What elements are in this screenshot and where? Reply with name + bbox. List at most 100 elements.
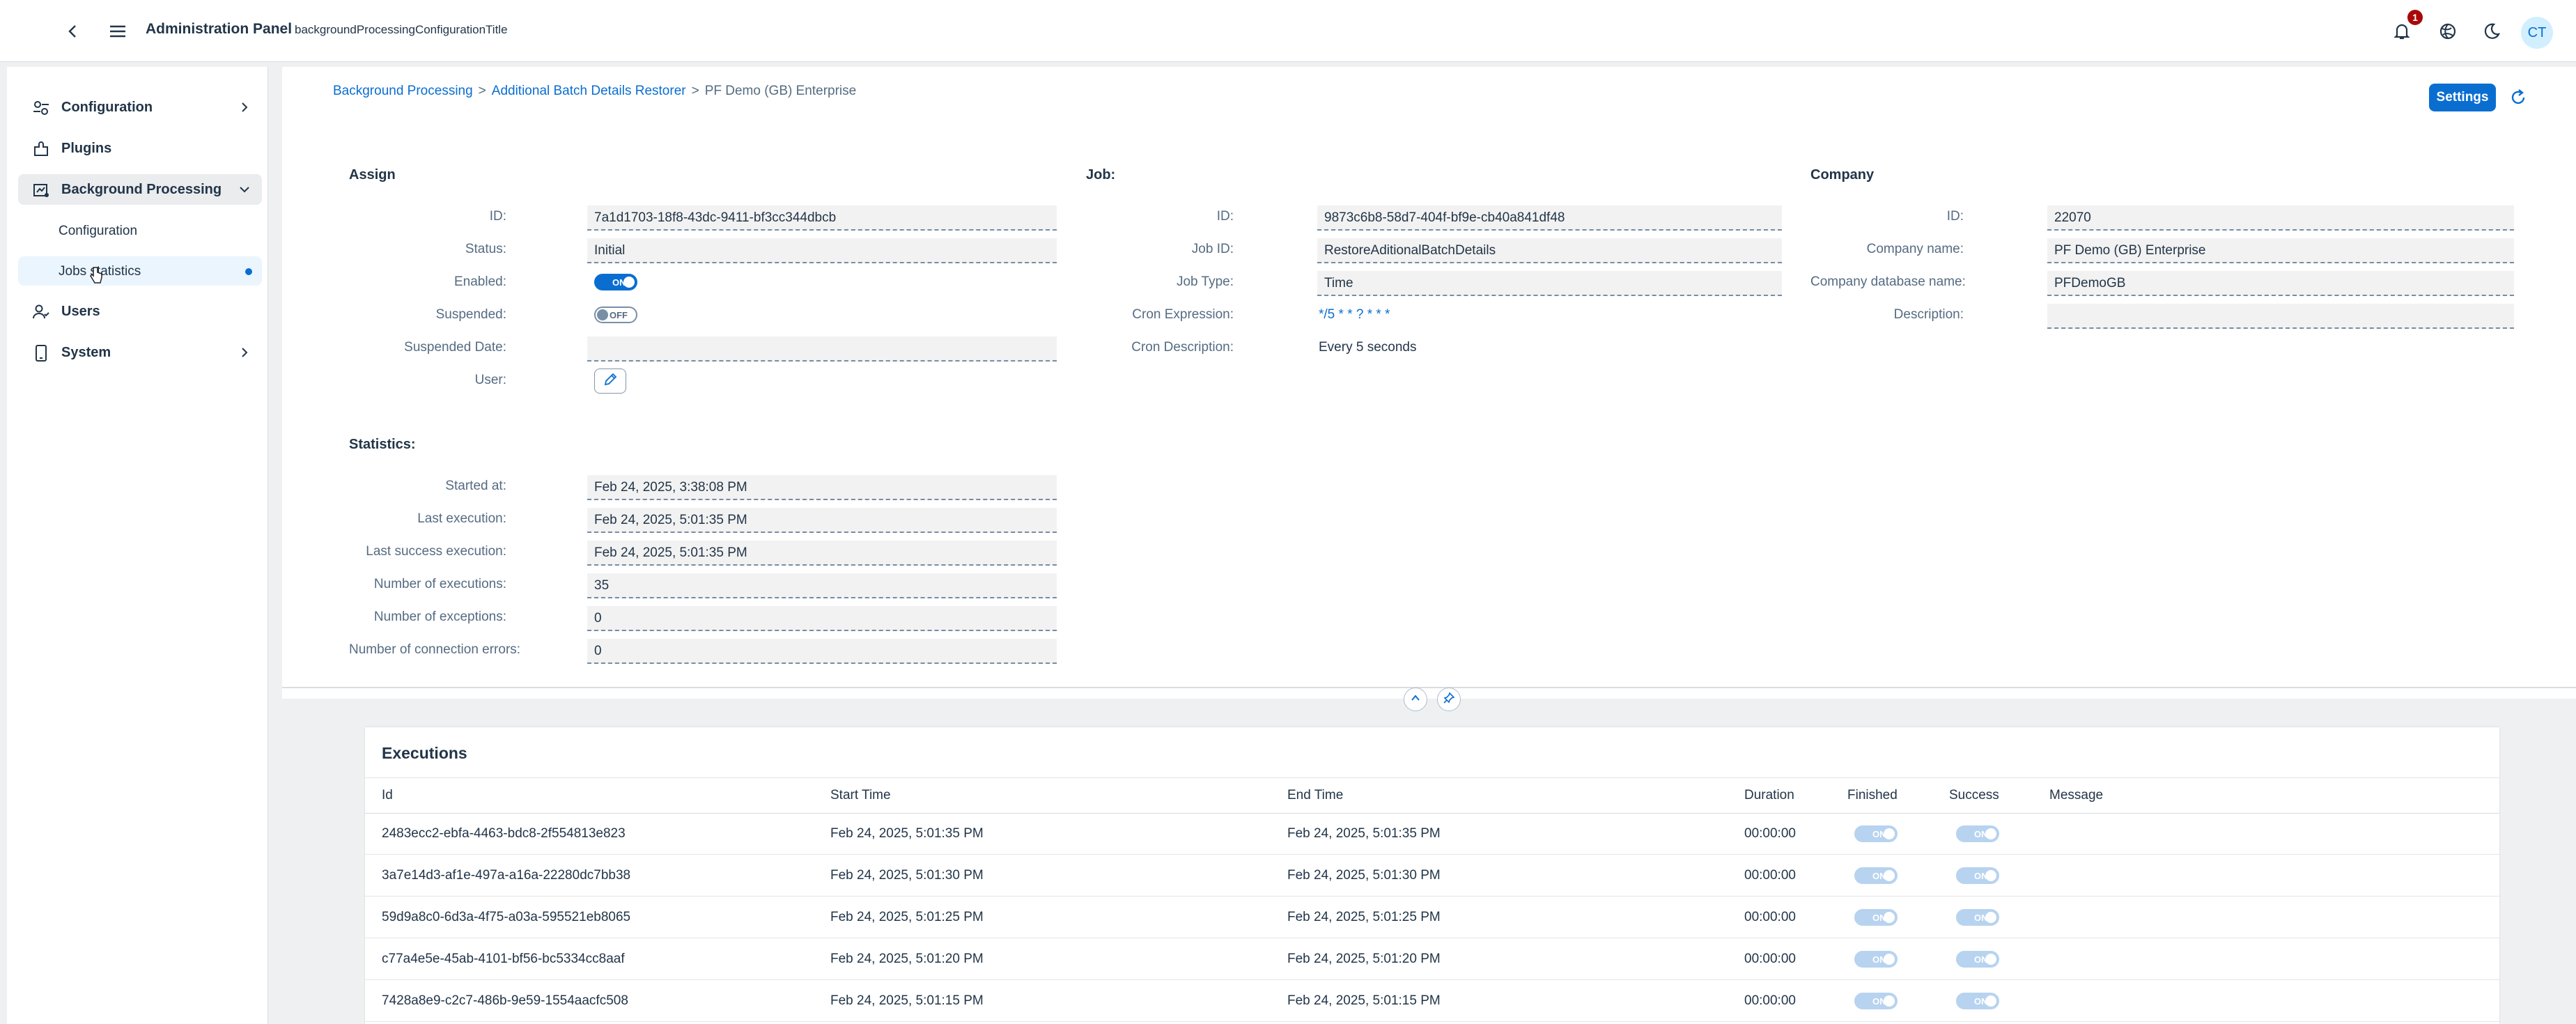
table-row[interactable]: 3a7e14d3-af1e-497a-a16a-22280dc7bb38 Feb… xyxy=(365,855,2499,897)
table-row[interactable]: 7428a8e9-c2c7-486b-9e59-1554aacfc508 Feb… xyxy=(365,980,2499,1022)
cell-id: 2483ecc2-ebfa-4463-bdc8-2f554813e823 xyxy=(382,826,626,841)
finished-switch: ON xyxy=(1854,867,1898,884)
column-header-id: Id xyxy=(382,788,393,802)
success-switch: ON xyxy=(1956,825,1999,842)
finished-switch: ON xyxy=(1854,993,1898,1009)
company-id-label: ID: xyxy=(1946,209,1964,224)
company-id-field: 22070 xyxy=(2047,205,2514,231)
cell-start-time: Feb 24, 2025, 5:01:30 PM xyxy=(830,868,984,883)
sidebar-item-background-processing[interactable]: Background Processing xyxy=(18,174,262,205)
sidebar-item-system[interactable]: System xyxy=(18,337,262,368)
back-icon[interactable] xyxy=(64,22,82,40)
notification-badge: 1 xyxy=(2407,10,2423,25)
cron-expression-link[interactable]: */5 * * ? * * * xyxy=(1319,307,1390,323)
cell-duration: 00:00:00 xyxy=(1744,910,1796,924)
sidebar-item-label: Background Processing xyxy=(61,182,222,197)
cell-duration: 00:00:00 xyxy=(1744,826,1796,841)
sidebar-item-users[interactable]: Users xyxy=(18,296,262,327)
cell-end-time: Feb 24, 2025, 5:01:30 PM xyxy=(1287,868,1441,883)
finished-switch: ON xyxy=(1854,825,1898,842)
stat-exceptions-label: Number of exceptions: xyxy=(373,610,506,624)
edit-user-button[interactable] xyxy=(594,369,626,394)
avatar[interactable]: CT xyxy=(2521,17,2553,49)
column-header-start-time: Start Time xyxy=(830,788,891,802)
company-description-label: Description: xyxy=(1893,307,1964,322)
cell-id: c77a4e5e-45ab-4101-bf56-bc5334cc8aaf xyxy=(382,952,625,966)
stat-connection-errors-field: 0 xyxy=(587,639,1057,664)
cell-duration: 00:00:00 xyxy=(1744,868,1796,883)
sidebar-item-configuration[interactable]: Configuration xyxy=(18,92,262,123)
stat-executions-field: 35 xyxy=(587,573,1057,598)
cell-start-time: Feb 24, 2025, 5:01:35 PM xyxy=(830,826,984,841)
table-row[interactable]: c77a4e5e-45ab-4101-bf56-bc5334cc8aaf Feb… xyxy=(365,938,2499,980)
assign-enabled-label: Enabled: xyxy=(453,274,506,289)
company-db-field: PFDemoGB xyxy=(2047,271,2514,296)
moon-icon[interactable] xyxy=(2481,21,2502,42)
sidebar-subitem-configuration[interactable]: Configuration xyxy=(18,216,262,245)
sidebar-subitem-label: Configuration xyxy=(59,224,138,238)
app-subtitle: backgroundProcessingConfigurationTitle xyxy=(295,23,508,36)
menu-icon[interactable] xyxy=(107,22,128,40)
company-db-label: Company database name: xyxy=(1810,274,1966,289)
assign-id-label: ID: xyxy=(489,209,506,224)
background-processing-icon xyxy=(32,181,50,199)
suspended-switch[interactable]: OFF xyxy=(594,307,637,323)
collapse-header-button[interactable] xyxy=(1404,688,1427,711)
notification-bell-icon[interactable] xyxy=(2391,21,2412,42)
cell-end-time: Feb 24, 2025, 5:01:20 PM xyxy=(1287,952,1441,966)
breadcrumb-separator: > xyxy=(478,84,486,98)
job-jobid-field: RestoreAditionalBatchDetails xyxy=(1317,238,1782,263)
job-type-field: Time xyxy=(1317,271,1782,296)
assign-suspended-date-label: Suspended Date: xyxy=(404,340,506,355)
selected-indicator xyxy=(245,268,252,275)
chevron-right-icon xyxy=(238,346,251,359)
column-header-message: Message xyxy=(2049,788,2104,802)
breadcrumb-link-batch-restorer[interactable]: Additional Batch Details Restorer xyxy=(492,84,686,98)
users-icon xyxy=(32,303,50,321)
breadcrumb-separator: > xyxy=(691,84,699,98)
enabled-switch[interactable]: ON xyxy=(594,274,637,290)
table-header: Id Start Time End Time Duration Finished… xyxy=(365,777,2499,814)
switch-text: OFF xyxy=(610,310,628,320)
globe-icon[interactable] xyxy=(2437,21,2458,42)
plugin-icon xyxy=(32,140,50,158)
assign-suspended-label: Suspended: xyxy=(435,307,506,322)
chevron-down-icon xyxy=(238,183,251,196)
cron-description-label: Cron Description: xyxy=(1131,340,1234,355)
job-type-label: Job Type: xyxy=(1176,274,1234,289)
breadcrumb-current: PF Demo (GB) Enterprise xyxy=(704,84,857,98)
table-row[interactable]: 2483ecc2-ebfa-4463-bdc8-2f554813e823 Feb… xyxy=(365,813,2499,855)
settings-button[interactable]: Settings xyxy=(2429,84,2496,111)
main-content: Background Processing > Additional Batch D… xyxy=(282,67,2576,699)
stat-last-execution-label: Last execution: xyxy=(417,511,506,526)
statistics-section-title: Statistics: xyxy=(349,437,416,452)
success-switch: ON xyxy=(1956,993,1999,1009)
breadcrumb: Background Processing > Additional Batch D… xyxy=(333,84,856,99)
sidebar-subitem-jobs-statistics[interactable]: Jobs statistics xyxy=(18,256,262,286)
cell-end-time: Feb 24, 2025, 5:01:15 PM xyxy=(1287,993,1441,1008)
system-icon xyxy=(32,344,50,362)
assign-status-field: Initial xyxy=(587,238,1057,263)
table-row[interactable]: 59d9a8c0-6d3a-4f75-a03a-595521eb8065 Feb… xyxy=(365,897,2499,938)
shell-bar: Administration Panel backgroundProcessin… xyxy=(0,0,2576,62)
sidebar-item-label: Users xyxy=(61,304,100,319)
company-section-title: Company xyxy=(1810,167,1875,183)
chevron-up-icon xyxy=(1410,692,1421,707)
pin-icon xyxy=(1443,692,1455,708)
executions-title: Executions xyxy=(382,744,467,762)
refresh-icon[interactable] xyxy=(2508,88,2528,107)
pin-header-button[interactable] xyxy=(1437,688,1461,711)
stat-last-success-field: Feb 24, 2025, 5:01:35 PM xyxy=(587,541,1057,566)
sidebar-item-label: Configuration xyxy=(61,100,153,115)
job-id-field: 9873c6b8-58d7-404f-bf9e-cb40a841df48 xyxy=(1317,205,1782,231)
cell-start-time: Feb 24, 2025, 5:01:15 PM xyxy=(830,993,984,1008)
pencil-icon xyxy=(603,372,618,391)
sidebar-item-plugins[interactable]: Plugins xyxy=(18,133,262,164)
chevron-right-icon xyxy=(238,101,251,114)
stat-started-label: Started at: xyxy=(445,479,506,493)
cell-duration: 00:00:00 xyxy=(1744,993,1796,1008)
breadcrumb-link-background-processing[interactable]: Background Processing xyxy=(333,84,473,98)
sidebar-item-label: System xyxy=(61,345,111,360)
column-header-success: Success xyxy=(1949,788,1999,802)
stat-last-execution-field: Feb 24, 2025, 5:01:35 PM xyxy=(587,508,1057,533)
